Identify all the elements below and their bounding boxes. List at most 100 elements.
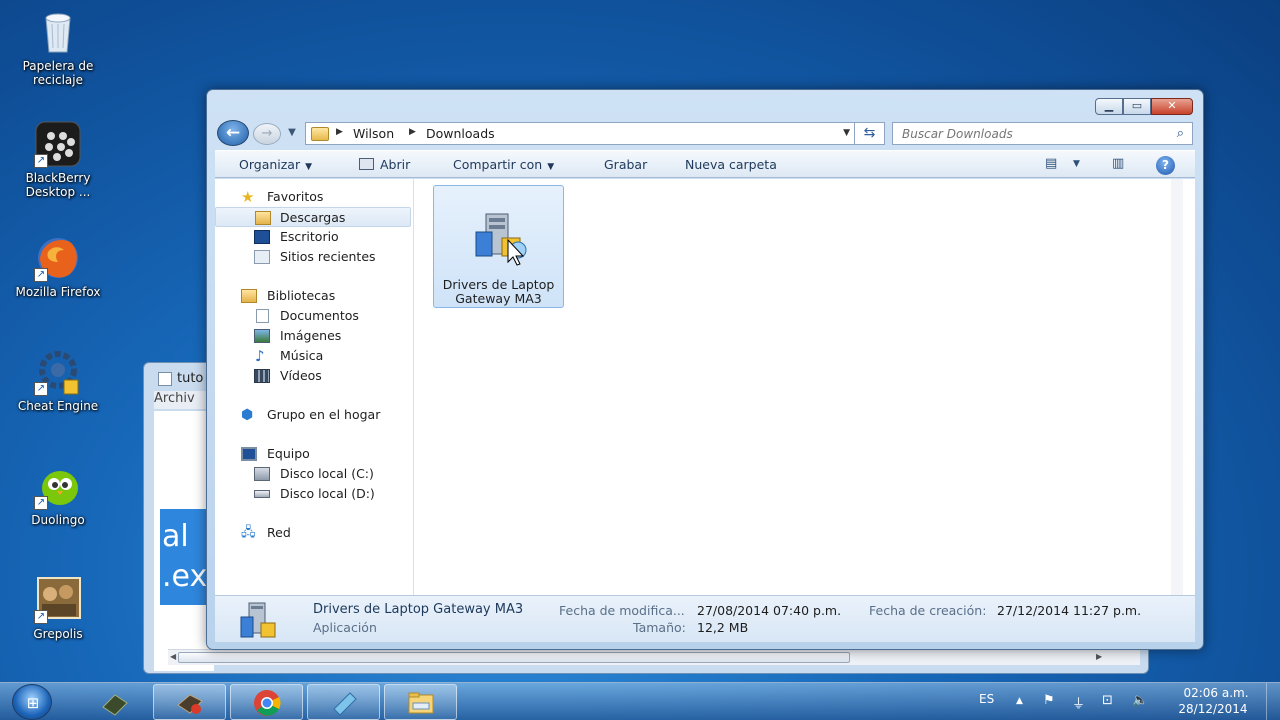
desktop-icon-cheat-engine[interactable]: ↗ Cheat Engine <box>8 348 108 413</box>
nav-favorites[interactable]: ★ Favoritos <box>215 187 411 207</box>
taskbar-explorer[interactable] <box>384 684 457 720</box>
details-pane: Drivers de Laptop Gateway MA3 Aplicación… <box>215 595 1195 642</box>
file-item[interactable]: Drivers de Laptop Gateway MA3 <box>433 185 564 308</box>
maximize-button[interactable]: ▭ <box>1123 98 1151 115</box>
search-icon[interactable]: ⌕ <box>1177 126 1184 141</box>
preview-pane-icon[interactable]: ▥ <box>1112 156 1124 171</box>
nav-computer[interactable]: Equipo <box>215 444 411 464</box>
cheat-engine-icon: ↗ <box>34 348 82 396</box>
desktop-icon-label: Mozilla Firefox <box>15 285 101 299</box>
taskbar-app-2[interactable] <box>153 684 226 720</box>
refresh-button[interactable]: ⇆ <box>855 122 885 145</box>
disk-c-icon <box>254 467 270 481</box>
documents-icon <box>256 309 269 323</box>
details-modified-value: 27/08/2014 07:40 p.m. <box>697 603 842 618</box>
breadcrumb-wilson[interactable]: Wilson <box>353 126 394 141</box>
desktop-icon-label: Grepolis <box>33 627 83 641</box>
nav-homegroup[interactable]: ⬢ Grupo en el hogar <box>215 405 411 425</box>
change-view-icon[interactable]: ▤ <box>1045 156 1057 171</box>
action-center-flag-icon[interactable]: ⚑ <box>1043 693 1055 708</box>
nav-disk-d[interactable]: Disco local (D:) <box>215 484 411 504</box>
share-button[interactable]: Compartir con ▼ <box>453 157 554 172</box>
desktop-icon-label: Duolingo <box>31 513 85 527</box>
nav-network[interactable]: 🖧 Red <box>215 523 411 543</box>
nav-disk-c[interactable]: Disco local (C:) <box>215 464 411 484</box>
search-box[interactable]: ⌕ <box>892 122 1193 145</box>
start-button[interactable]: ⊞ <box>12 684 52 720</box>
scrollbar-thumb[interactable] <box>178 652 850 663</box>
forward-button[interactable]: → <box>253 123 281 145</box>
desktop-icon-firefox[interactable]: ↗ Mozilla Firefox <box>8 234 108 299</box>
disk-d-icon <box>254 490 270 498</box>
scroll-right-icon[interactable]: ▶ <box>1096 652 1102 661</box>
nav-documents[interactable]: Documentos <box>215 306 411 326</box>
folder-icon <box>311 127 329 141</box>
shortcut-arrow-icon: ↗ <box>34 610 48 624</box>
videos-icon <box>254 369 270 383</box>
show-hidden-icons-icon[interactable]: ▲ <box>1016 696 1023 706</box>
command-bar: Organizar ▼ Abrir Compartir con ▼ Grabar N… <box>215 150 1195 178</box>
new-folder-button[interactable]: Nueva carpeta <box>685 157 777 172</box>
details-created-value: 27/12/2014 11:27 p.m. <box>997 603 1142 618</box>
address-dropdown-icon[interactable]: ▼ <box>843 128 850 138</box>
taskbar: ⊞ ES ▲ ⚑ ⏚ ⊡ 🔈 02:06 a.m. 28/12/2014 <box>0 682 1280 720</box>
installer-icon <box>237 601 279 641</box>
desktop-icon-duolingo[interactable]: ↗ Duolingo <box>8 462 108 527</box>
minimize-button[interactable]: ▁ <box>1095 98 1123 115</box>
music-icon: ♪ <box>255 347 265 365</box>
homegroup-icon: ⬢ <box>241 407 254 423</box>
desktop-icon-blackberry[interactable]: ↗ BlackBerry Desktop ... <box>8 120 108 199</box>
breadcrumb-downloads[interactable]: Downloads <box>426 126 495 141</box>
explorer-window[interactable]: ▁ ▭ ✕ ← → ▼ ▶ Wilson ▶ Downloads ▼ ⇆ ⌕ O… <box>206 89 1204 650</box>
language-indicator[interactable]: ES <box>979 692 994 706</box>
explorer-folder-icon <box>407 689 435 717</box>
view-options-chevron-icon[interactable]: ▼ <box>1073 159 1080 169</box>
desktop-icon-recycle-bin[interactable]: Papelera de reciclaje <box>8 8 108 87</box>
desktop-icon-grepolis[interactable]: ↗ Grepolis <box>8 576 108 641</box>
power-icon[interactable]: ⏚ <box>1072 693 1085 712</box>
taskbar-chrome[interactable] <box>230 684 303 720</box>
breadcrumb-separator-icon[interactable]: ▶ <box>336 127 343 137</box>
address-bar[interactable]: ▶ Wilson ▶ Downloads ▼ <box>305 122 855 145</box>
background-window-banner: al .ex <box>160 509 208 605</box>
burn-button[interactable]: Grabar <box>604 157 647 172</box>
volume-icon[interactable]: 🔈 <box>1132 693 1148 708</box>
open-button[interactable]: Abrir <box>359 157 410 172</box>
horizontal-scrollbar[interactable]: ◀ ▶ <box>168 649 1140 665</box>
details-file-name: Drivers de Laptop Gateway MA3 <box>313 602 524 617</box>
shortcut-arrow-icon: ↗ <box>34 496 48 510</box>
nav-downloads[interactable]: Descargas <box>215 207 411 227</box>
network-icon: 🖧 <box>241 525 256 540</box>
banner-text: al <box>162 519 189 554</box>
close-button[interactable]: ✕ <box>1151 98 1193 115</box>
nav-music[interactable]: ♪ Música <box>215 346 411 366</box>
desktop-icon-label: Cheat Engine <box>17 399 99 413</box>
recent-pages-icon[interactable]: ▼ <box>285 127 299 141</box>
network-status-icon[interactable]: ⊡ <box>1102 693 1113 708</box>
duolingo-icon: ↗ <box>34 462 82 510</box>
nav-libraries[interactable]: Bibliotecas <box>215 286 411 306</box>
help-icon[interactable]: ? <box>1156 156 1175 175</box>
organize-button[interactable]: Organizar ▼ <box>239 157 312 172</box>
back-button[interactable]: ← <box>217 120 249 146</box>
grepolis-icon: ↗ <box>34 576 82 624</box>
details-size-value: 12,2 MB <box>697 620 749 635</box>
computer-icon <box>241 447 257 461</box>
nav-desktop[interactable]: Escritorio <box>215 227 411 247</box>
show-desktop-button[interactable] <box>1266 683 1280 720</box>
breadcrumb-separator-icon[interactable]: ▶ <box>409 127 416 137</box>
file-list: Drivers de Laptop Gateway MA3 <box>415 179 1183 595</box>
nav-videos[interactable]: Vídeos <box>215 366 411 386</box>
taskbar-notepad[interactable] <box>307 684 380 720</box>
vertical-scrollbar[interactable] <box>1171 179 1183 595</box>
recycle-bin-icon <box>34 8 82 56</box>
nav-images[interactable]: Imágenes <box>215 326 411 346</box>
clock-time[interactable]: 02:06 a.m. <box>1176 686 1256 700</box>
scroll-left-icon[interactable]: ◀ <box>170 652 176 661</box>
clock-date[interactable]: 28/12/2014 <box>1173 702 1253 716</box>
taskbar-app-1[interactable] <box>78 684 151 720</box>
nav-recent-places[interactable]: Sitios recientes <box>215 247 411 267</box>
details-created-label: Fecha de creación: <box>869 603 987 618</box>
search-input[interactable] <box>902 124 1162 144</box>
chrome-icon <box>253 689 281 717</box>
